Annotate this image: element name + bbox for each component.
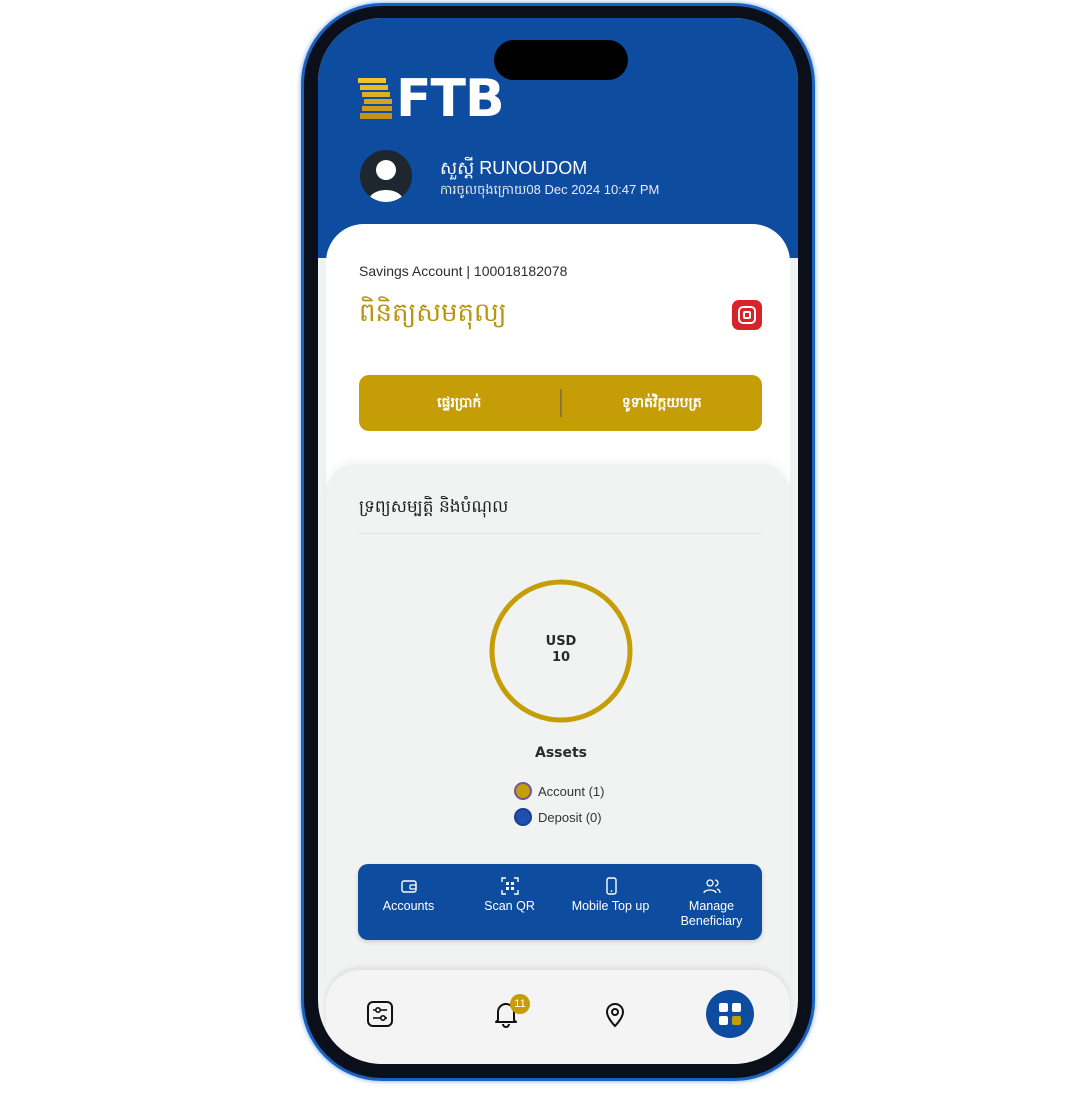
donut-currency: USD	[545, 634, 577, 649]
user-silhouette-icon	[368, 160, 404, 202]
balance-toggle-button[interactable]	[732, 300, 762, 330]
greeting-text: សួស្តី RUNOUDOM	[440, 158, 588, 178]
ftb-logo: FTB	[358, 69, 505, 129]
last-login-text: ការចូលចុងក្រោយ08 Dec 2024 10:47 PM	[440, 182, 660, 197]
settings-sliders-icon[interactable]	[366, 1000, 394, 1028]
wallet-icon	[400, 880, 417, 893]
location-pin-icon[interactable]	[601, 1000, 629, 1028]
assets-title: Assets	[534, 745, 588, 761]
legend-dot-deposit	[514, 808, 532, 826]
dynamic-island	[494, 40, 628, 80]
quick-action-mobile-topup[interactable]: Mobile Top up	[560, 864, 661, 914]
logo-mark-icon	[358, 78, 392, 119]
eye-toggle-icon	[738, 306, 756, 324]
logo-wordmark: FTB	[396, 69, 505, 129]
quick-action-label: Mobile Top up	[571, 899, 650, 913]
app-screen: FTB សួស្តី RUNOUDOM ការចូលចុងក្រោយ08 Dec…	[318, 18, 798, 1064]
pay-bills-button[interactable]: ទូទាត់វិក្កយបត្រ	[562, 393, 763, 414]
transfer-button[interactable]: ផ្ទេរប្រាក់	[359, 393, 560, 414]
quick-action-label: Scan QR	[484, 899, 535, 913]
qr-scan-icon	[500, 877, 519, 895]
quick-action-scan-qr[interactable]: Scan QR	[459, 864, 560, 914]
account-summary[interactable]: Savings Account | 100018182078	[359, 263, 567, 279]
notification-count-badge: 11	[510, 994, 530, 1014]
menu-grid-icon	[719, 1003, 741, 1025]
menu-grid-button[interactable]	[706, 990, 754, 1038]
donut-center-label: USD 10	[488, 634, 634, 666]
legend-label-account: Account (1)	[538, 783, 605, 799]
primary-actions-bar: ផ្ទេរប្រាក់ ទូទាត់វិក្កយបត្រ	[359, 375, 762, 431]
legend-item-deposit[interactable]: Deposit (0)	[514, 804, 604, 830]
check-balance-title[interactable]: ពិនិត្យសមតុល្យ	[359, 296, 507, 334]
quick-action-label: Accounts	[382, 899, 435, 913]
users-icon	[702, 879, 721, 894]
legend-item-account[interactable]: Account (1)	[514, 778, 604, 804]
mobile-phone-icon	[605, 877, 617, 895]
section-divider	[359, 533, 762, 534]
avatar[interactable]	[360, 150, 412, 202]
quick-action-manage-beneficiary[interactable]: Manage Beneficiary	[661, 864, 762, 929]
assets-legend: Account (1) Deposit (0)	[514, 778, 604, 830]
assets-liabilities-heading: ទ្រព្យសម្បត្តិ និងបំណុល	[359, 497, 509, 517]
quick-actions-bar: Accounts Scan QR Mobile Top up Manage Be…	[358, 864, 762, 940]
donut-total: 10	[551, 650, 571, 665]
legend-label-deposit: Deposit (0)	[538, 809, 602, 825]
legend-dot-account	[514, 782, 532, 800]
quick-action-accounts[interactable]: Accounts	[358, 864, 459, 914]
quick-action-label: Manage Beneficiary	[680, 899, 743, 928]
